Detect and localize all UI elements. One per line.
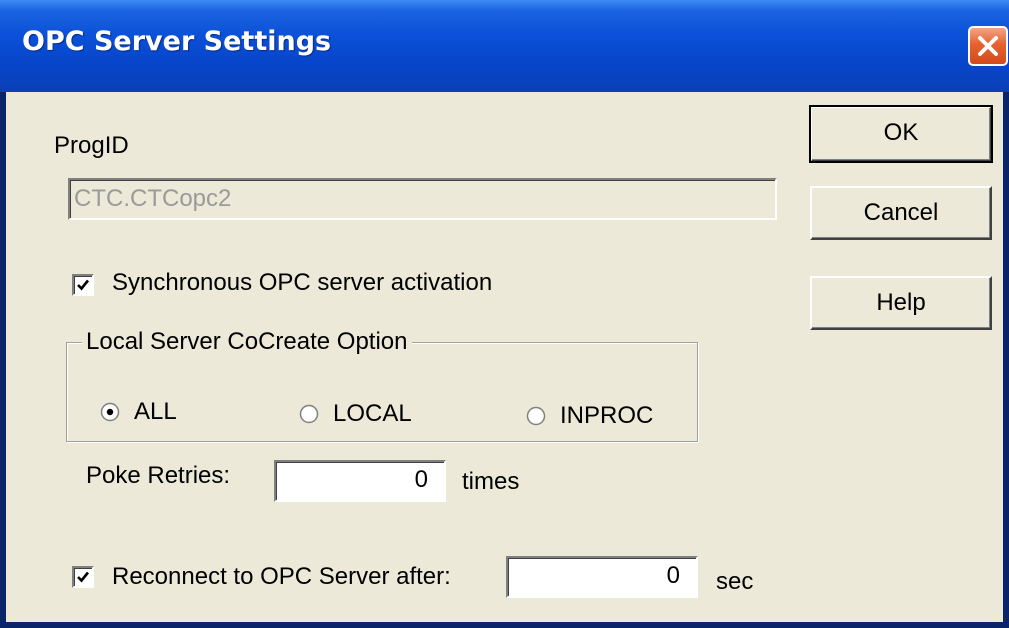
cancel-button[interactable]: Cancel [810,186,992,240]
poke-retries-unit: times [462,468,520,495]
sync-activation-checkbox[interactable] [72,274,94,296]
radio-inproc-label[interactable]: INPROC [560,402,653,430]
reconnect-checkbox[interactable] [72,566,94,588]
radio-all[interactable] [100,402,120,422]
poke-retries-label: Poke Retries: [86,462,231,489]
checkmark-icon [77,279,90,291]
close-button[interactable] [968,26,1008,66]
dialog-window: OPC Server Settings ProgID CTC.CTCopc2 S… [0,0,1009,628]
progid-field[interactable]: CTC.CTCopc2 [68,178,777,220]
progid-label: ProgID [54,132,129,159]
reconnect-seconds-input[interactable]: 0 [506,556,698,598]
checkmark-icon [77,571,90,583]
radio-all-label[interactable]: ALL [134,398,177,426]
radio-inproc[interactable] [526,406,546,426]
help-button[interactable]: Help [810,276,992,330]
radio-local-label[interactable]: LOCAL [333,400,412,428]
close-icon [978,36,998,56]
title-bar[interactable]: OPC Server Settings [0,0,1009,92]
reconnect-label[interactable]: Reconnect to OPC Server after: [112,563,451,591]
reconnect-unit: sec [716,568,754,595]
dialog-body: ProgID CTC.CTCopc2 Synchronous OPC serve… [6,92,1003,622]
radio-local[interactable] [299,404,319,424]
window-title: OPC Server Settings [22,26,332,57]
sync-activation-label[interactable]: Synchronous OPC server activation [112,269,492,297]
poke-retries-input[interactable]: 0 [274,460,446,502]
cocreate-group-legend: Local Server CoCreate Option [82,328,412,356]
ok-button[interactable]: OK [809,105,993,163]
